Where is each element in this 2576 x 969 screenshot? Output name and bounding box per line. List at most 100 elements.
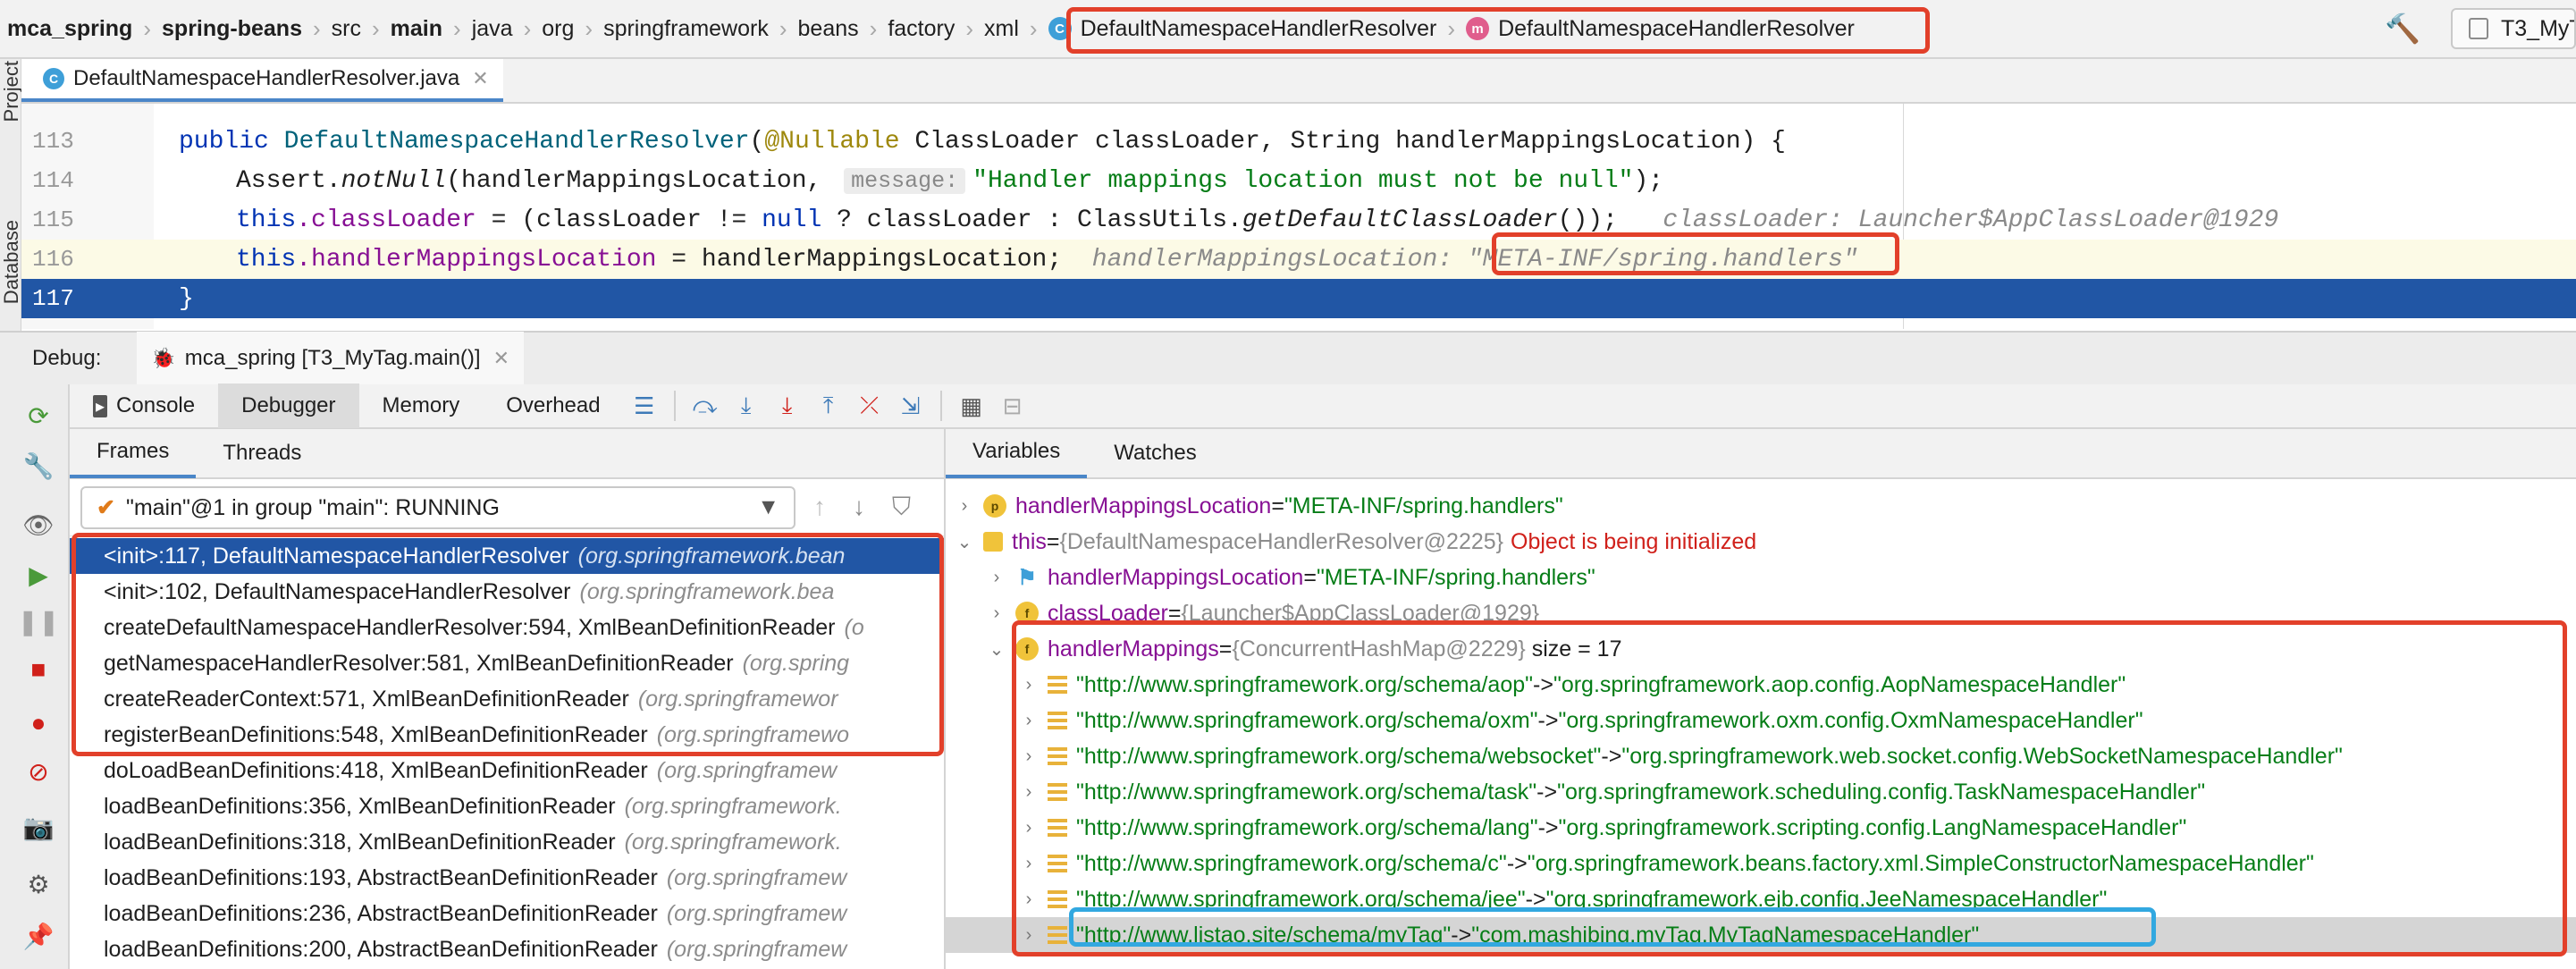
eye-icon[interactable]: 👁 <box>22 510 55 540</box>
drop-frame-icon[interactable]: ⤫ <box>849 385 890 426</box>
tab-debugger[interactable]: Debugger <box>218 383 359 428</box>
code-line-113[interactable]: 113 public DefaultNamespaceHandlerResolv… <box>21 122 2576 161</box>
breadcrumb-main[interactable]: main <box>383 16 450 42</box>
tab-memory[interactable]: Memory <box>359 383 484 428</box>
tab-threads[interactable]: Threads <box>196 429 328 478</box>
rerun-icon[interactable]: ⟳ <box>23 400 54 431</box>
bug-icon: 🐞 <box>151 347 176 369</box>
view-breakpoints-icon[interactable]: ● <box>23 708 54 738</box>
breadcrumb-springframework[interactable]: springframework <box>596 16 776 42</box>
resume-icon[interactable]: ▶ <box>23 560 54 590</box>
chevron-right-icon: › <box>585 14 593 42</box>
chevron-right-icon: › <box>143 14 152 42</box>
chevron-right-icon[interactable]: › <box>953 496 976 517</box>
frame-row[interactable]: loadBeanDefinitions:318, XmlBeanDefiniti… <box>70 824 944 860</box>
trace-current-stream-icon[interactable]: ⊟ <box>992 385 1033 426</box>
breadcrumb-beans[interactable]: beans <box>791 16 866 42</box>
thread-selector-row: ✔ "main"@1 in group "main": RUNNING ▼ ↑ ↓… <box>70 479 944 536</box>
run-configuration-select[interactable]: T3_MyT <box>2451 8 2576 49</box>
chevron-right-icon: › <box>965 14 974 42</box>
step-into-icon[interactable]: ⤓ <box>726 385 767 426</box>
breadcrumb-factory[interactable]: factory <box>880 16 962 42</box>
line-number: 114 <box>32 167 74 194</box>
step-over-icon[interactable]: ⤼ <box>685 385 726 426</box>
breadcrumb-spring-beans[interactable]: spring-beans <box>155 16 309 42</box>
pause-icon[interactable]: ❚❚ <box>18 606 60 636</box>
breadcrumb-java[interactable]: java <box>465 16 520 42</box>
arrow-up-icon[interactable]: ↑ <box>813 493 826 522</box>
line-number: 115 <box>32 206 74 233</box>
tab-console-label: Console <box>116 393 196 417</box>
tab-watches[interactable]: Watches <box>1087 429 1223 478</box>
run-to-cursor-icon[interactable]: ⇲ <box>890 385 931 426</box>
code-line-115[interactable]: 115 this.classLoader = (classLoader != n… <box>21 200 2576 240</box>
code-line-117-execution-point[interactable]: 117 } <box>21 279 2576 318</box>
editor-file-tab[interactable]: C DefaultNamespaceHandlerResolver.java ✕ <box>21 59 503 102</box>
breadcrumb-src[interactable]: src <box>324 16 368 42</box>
inline-debug-value: classLoader: Launcher$AppClassLoader@192… <box>1663 206 2279 234</box>
chevron-down-icon[interactable]: ⌄ <box>953 531 976 553</box>
close-icon[interactable]: ✕ <box>472 67 488 90</box>
left-tool-strip: Project Database <box>0 59 23 336</box>
close-icon[interactable]: ✕ <box>493 347 509 370</box>
tab-overhead[interactable]: Overhead <box>483 383 623 428</box>
chevron-right-icon: › <box>523 14 532 42</box>
tab-frames[interactable]: Frames <box>70 429 197 478</box>
debug-session-label: mca_spring [T3_MyTag.main()] <box>184 346 481 370</box>
toolbar-divider <box>939 391 942 421</box>
force-step-into-icon[interactable]: ⤓ <box>767 385 808 426</box>
code-line-116[interactable]: 116 this.handlerMappingsLocation = handl… <box>21 240 2576 279</box>
breadcrumb-highlight-box <box>1066 7 1930 54</box>
breadcrumb-org[interactable]: org <box>535 16 581 42</box>
toolbar-divider <box>673 391 676 421</box>
debug-side-toolbar: ⟳ 🔧 👁 ▶ ❚❚ ■ ● ⊘ 📷 ⚙ 📌 <box>0 384 70 969</box>
class-file-icon: C <box>43 68 64 89</box>
chevron-right-icon[interactable]: › <box>985 603 1008 624</box>
mute-breakpoints-icon[interactable]: ⊘ <box>23 756 54 787</box>
thread-select[interactable]: ✔ "main"@1 in group "main": RUNNING ▼ <box>80 485 796 529</box>
code-line-114[interactable]: 114 Assert.notNull(handlerMappingsLocati… <box>21 161 2576 200</box>
chevron-right-icon: › <box>313 14 321 42</box>
frame-row[interactable]: loadBeanDefinitions:200, AbstractBeanDef… <box>70 931 944 967</box>
handler-mappings-highlight-box <box>1012 620 2567 956</box>
pin-icon[interactable]: 📌 <box>23 921 55 951</box>
variable-row[interactable]: ⌄ this = {DefaultNamespaceHandlerResolve… <box>946 524 2576 560</box>
thread-actions: ↑ ↓ ⛉ <box>813 493 911 522</box>
mytag-entry-highlight-box <box>1069 907 2156 947</box>
frame-row[interactable]: loadBeanDefinitions:356, XmlBeanDefiniti… <box>70 788 944 824</box>
chevron-down-icon[interactable]: ⌄ <box>985 638 1008 661</box>
stop-icon[interactable]: ■ <box>23 654 54 685</box>
frames-highlight-box <box>72 533 944 756</box>
code-editor[interactable]: 113 public DefaultNamespaceHandlerResolv… <box>21 104 2576 329</box>
gear-icon[interactable]: ⚙ <box>23 869 54 899</box>
tab-console[interactable]: ▸ Console <box>70 383 218 428</box>
frame-row[interactable]: loadBeanDefinitions:236, AbstractBeanDef… <box>70 896 944 931</box>
debug-session-tab[interactable]: 🐞 mca_spring [T3_MyTag.main()] ✕ <box>137 332 525 385</box>
parameter-hint: message: <box>844 167 966 194</box>
check-icon: ✔ <box>97 494 115 520</box>
database-tool-button[interactable]: Database <box>0 220 23 304</box>
menu-icon[interactable]: ☰ <box>624 385 665 426</box>
variable-row[interactable]: › p handlerMappingsLocation = "META-INF/… <box>946 488 2576 524</box>
chevron-right-icon: › <box>779 14 787 42</box>
project-tool-button[interactable]: Project <box>0 61 23 122</box>
code-text: } <box>179 284 194 313</box>
breadcrumb-xml[interactable]: xml <box>977 16 1026 42</box>
inline-debug-label: handlerMappingsLocation: <box>1091 245 1453 274</box>
wrench-icon[interactable]: 🔧 <box>23 451 55 481</box>
tab-variables[interactable]: Variables <box>946 429 1088 478</box>
chevron-right-icon: › <box>869 14 878 42</box>
debug-label: Debug: <box>32 346 102 370</box>
camera-icon[interactable]: 📷 <box>23 812 55 842</box>
step-out-icon[interactable]: ⤒ <box>808 385 849 426</box>
chevron-right-icon[interactable]: › <box>985 568 1008 588</box>
breadcrumb-mca-spring[interactable]: mca_spring <box>0 16 139 42</box>
frame-row[interactable]: loadBeanDefinitions:193, AbstractBeanDef… <box>70 860 944 896</box>
variable-row[interactable]: › ⚑ handlerMappingsLocation = "META-INF/… <box>946 560 2576 595</box>
build-hammer-icon[interactable]: 🔨 <box>2385 12 2420 46</box>
filter-icon[interactable]: ⛉ <box>892 493 911 522</box>
arrow-down-icon[interactable]: ↓ <box>853 493 865 522</box>
frame-row[interactable]: doLoadBeanDefinitions:418, XmlBeanDefini… <box>70 753 944 788</box>
navigation-bar: mca_spring › spring-beans › src › main ›… <box>0 0 2576 59</box>
evaluate-expression-icon[interactable]: ▦ <box>951 385 992 426</box>
